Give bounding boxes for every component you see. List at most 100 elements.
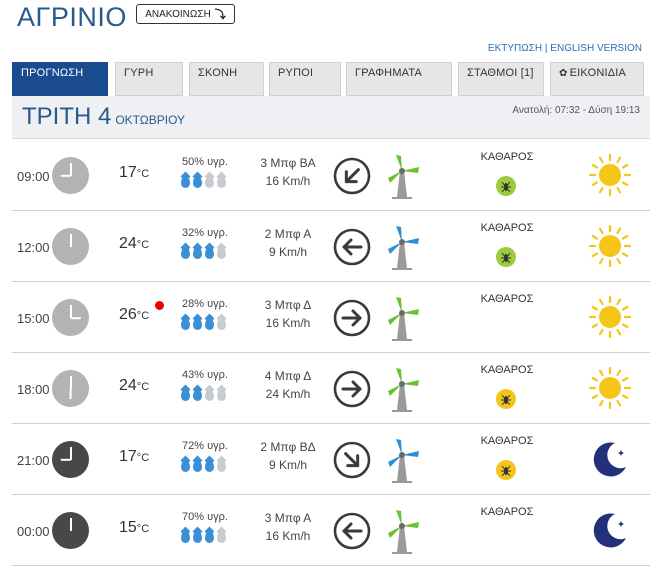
row-wind-beaufort: 3 Μπφ Α: [264, 511, 312, 525]
wind-turbine-icon: [382, 153, 422, 204]
row-time: 18:00: [17, 382, 50, 397]
row-wind-beaufort: 2 Μπφ ΒΔ: [260, 440, 316, 454]
row-wind-speed: 9 Km/h: [268, 245, 307, 259]
tab-forecast-label: ΠΡΟΓΝΩΣΗ: [21, 67, 84, 79]
drop-icon: [193, 318, 202, 330]
wind-turbine-icon: [382, 224, 422, 275]
drop-icon: [205, 247, 214, 259]
temperature-value: 24: [119, 377, 137, 394]
drop-icon: [217, 531, 226, 543]
drop-icon: [181, 318, 190, 330]
max-temp-dot: [155, 301, 164, 310]
drop-icon: [205, 318, 214, 330]
row-wind-beaufort: 4 Μπφ Δ: [264, 369, 312, 383]
forecast-row: 18:00 24°C 43% υγρ. 4 Μπφ Δ 24 Km/h ΚΑΘΑΡΟΣ: [12, 353, 650, 424]
announcement-button[interactable]: ΑΝΑΚΟΙΝΩΣΗ ⤵: [136, 4, 235, 24]
row-temperature: 26°C: [119, 306, 149, 324]
row-humidity: 50% υγρ.: [182, 156, 228, 168]
sunrise-sunset: Ανατολή: 07:32 - Δύση 19:13: [512, 105, 640, 116]
tab-pollutants-label: ΡΥΠΟΙ: [278, 67, 314, 79]
row-wind-speed: 16 Km/h: [265, 529, 311, 543]
temperature-unit: °C: [136, 523, 150, 535]
wind-direction-icon: [332, 511, 372, 556]
drop-icon: [193, 531, 202, 543]
moon-icon: [588, 508, 632, 557]
row-sky-condition: ΚΑΘΑΡΟΣ: [480, 293, 534, 305]
row-wind-beaufort: 3 Μπφ Δ: [264, 298, 312, 312]
wind-turbine-icon: [382, 295, 422, 346]
clock-hour-hand: [60, 175, 71, 177]
clock-minute-hand: [70, 163, 72, 176]
tab-charts[interactable]: ΓΡΑΦΗΜΑΤΑ: [346, 62, 452, 96]
drop-icon: [217, 389, 226, 401]
drop-icon: [193, 176, 202, 188]
row-wind-beaufort: 2 Μπφ Α: [264, 227, 312, 241]
humidity-drops: [181, 389, 226, 401]
row-humidity: 32% υγρ.: [182, 227, 228, 239]
wind-direction-icon: [332, 298, 372, 343]
tab-stations[interactable]: ΣΤΑΘΜΟΙ [1]: [458, 62, 544, 96]
tab-dust-label: ΣΚΟΝΗ: [198, 67, 238, 79]
clock-minute-hand: [70, 376, 72, 389]
temperature-value: 24: [119, 235, 137, 252]
drop-icon: [193, 247, 202, 259]
row-sky-condition: ΚΑΘΑΡΟΣ: [480, 151, 534, 163]
clock-icon: [52, 299, 89, 336]
row-time: 12:00: [17, 240, 50, 255]
row-temperature: 17°C: [119, 448, 149, 466]
drop-icon: [193, 389, 202, 401]
drop-icon: [205, 531, 214, 543]
sun-icon: [588, 295, 632, 344]
drop-icon: [205, 460, 214, 472]
forecast-row: 12:00 24°C 32% υγρ. 2 Μπφ Α 9 Km/h ΚΑΘΑΡΟΣ: [12, 211, 650, 282]
drop-icon: [217, 247, 226, 259]
clock-minute-hand: [70, 305, 72, 318]
clock-hour-hand: [70, 237, 72, 247]
forecast-row: 00:00 15°C 70% υγρ. 3 Μπφ Α 16 Km/h ΚΑΘΑΡΟΣ: [12, 495, 650, 566]
day-header: ΤΡΙΤΗ 4 ΟΚΤΩΒΡΙΟΥ Ανατολή: 07:32 - Δύση 1…: [12, 96, 650, 139]
clock-hour-hand: [70, 389, 72, 399]
row-wind-speed: 9 Km/h: [268, 458, 307, 472]
temperature-value: 26: [119, 306, 137, 323]
wind-direction-icon: [332, 369, 372, 414]
drop-icon: [205, 176, 214, 188]
wind-turbine-icon: [382, 437, 422, 488]
temperature-unit: °C: [136, 310, 150, 322]
row-time: 00:00: [17, 524, 50, 539]
print-link[interactable]: ΕΚΤΥΠΩΣΗ: [488, 43, 542, 54]
temperature-value: 17: [119, 164, 137, 181]
row-sky-condition: ΚΑΘΑΡΟΣ: [480, 364, 534, 376]
clock-hour-hand: [70, 521, 72, 531]
temperature-unit: °C: [136, 239, 150, 251]
tab-forecast[interactable]: ΠΡΟΓΝΩΣΗ: [12, 62, 108, 96]
tab-dust[interactable]: ΣΚΟΝΗ: [189, 62, 264, 96]
temperature-unit: °C: [136, 452, 150, 464]
english-version-link[interactable]: ENGLISH VERSION: [550, 43, 642, 54]
row-temperature: 24°C: [119, 377, 149, 395]
mosquito-icon: [496, 247, 516, 267]
row-time: 21:00: [17, 453, 50, 468]
day-name: ΤΡΙΤΗ 4: [22, 103, 112, 130]
row-time: 15:00: [17, 311, 50, 326]
clock-hour-hand: [70, 317, 81, 319]
row-wind-speed: 16 Km/h: [265, 316, 311, 330]
tab-pollen[interactable]: ΓΥΡΗ: [115, 62, 183, 96]
row-wind-speed: 16 Km/h: [265, 174, 311, 188]
row-wind-speed: 24 Km/h: [265, 387, 311, 401]
humidity-drops: [181, 531, 226, 543]
wind-turbine-icon: [382, 508, 422, 559]
drop-icon: [181, 531, 190, 543]
row-humidity: 43% υγρ.: [182, 369, 228, 381]
tab-icons[interactable]: ✿ ΕΙΚΟΝΙΔΙΑ: [550, 62, 644, 96]
tab-pollutants[interactable]: ΡΥΠΟΙ: [269, 62, 341, 96]
forecast-row: 09:00 17°C 50% υγρ. 3 Μπφ ΒΑ 16 Km/h ΚΑΘΑΡΟΣ: [12, 140, 650, 211]
clock-icon: [52, 441, 89, 478]
row-humidity: 72% υγρ.: [182, 440, 228, 452]
wind-turbine-icon: [382, 366, 422, 417]
row-temperature: 15°C: [119, 519, 149, 537]
clock-icon: [52, 370, 89, 407]
clock-icon: [52, 228, 89, 265]
clock-hour-hand: [60, 459, 71, 461]
tab-pollen-label: ΓΥΡΗ: [124, 67, 154, 79]
announcement-label: ΑΝΑΚΟΙΝΩΣΗ: [145, 8, 211, 20]
